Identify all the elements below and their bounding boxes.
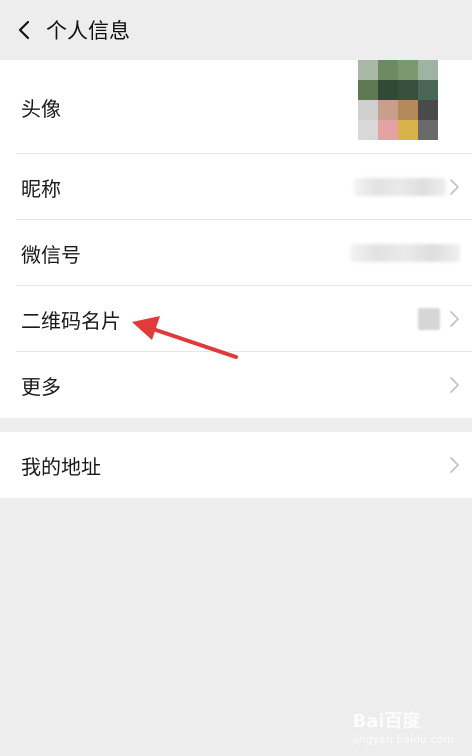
chevron-right-icon <box>450 377 459 393</box>
page-title: 个人信息 <box>46 19 130 43</box>
chevron-right-icon <box>450 179 459 195</box>
watermark: Bai百度 jingyan.baidu.com <box>352 707 454 746</box>
row-more[interactable]: 更多 <box>0 352 472 418</box>
watermark-brand: Bai百度 <box>352 711 421 732</box>
row-nickname[interactable]: 昵称 <box>0 154 472 220</box>
chevron-right-icon <box>450 457 459 473</box>
avatar-pixel <box>398 60 418 80</box>
nickname-value-blurred <box>354 178 446 196</box>
avatar <box>358 60 438 140</box>
watermark-sub: jingyan.baidu.com <box>352 733 454 746</box>
avatar-pixel <box>418 80 438 100</box>
avatar-pixel <box>418 100 438 120</box>
row-qr-card[interactable]: 二维码名片 <box>0 286 472 352</box>
avatar-pixel <box>378 100 398 120</box>
row-label-nickname: 昵称 <box>21 176 61 201</box>
avatar-pixel <box>358 120 378 140</box>
wechat-id-value-blurred <box>350 244 460 262</box>
qr-code-icon <box>418 308 440 330</box>
row-label-qr-card: 二维码名片 <box>21 308 121 333</box>
avatar-pixel <box>378 80 398 100</box>
avatar-pixel <box>418 60 438 80</box>
avatar-pixel <box>398 100 418 120</box>
avatar-pixel <box>418 120 438 140</box>
row-label-avatar: 头像 <box>21 96 61 121</box>
address-group: 我的地址 <box>0 432 472 498</box>
avatar-pixel <box>358 60 378 80</box>
row-label-more: 更多 <box>21 374 61 399</box>
row-wechat-id[interactable]: 微信号 <box>0 220 472 286</box>
row-label-wechat-id: 微信号 <box>21 242 81 267</box>
avatar-pixel <box>378 60 398 80</box>
row-label-address: 我的地址 <box>21 454 101 479</box>
row-avatar[interactable]: 头像 <box>0 60 472 154</box>
avatar-pixel <box>358 80 378 100</box>
avatar-pixel <box>398 80 418 100</box>
avatar-pixel <box>358 100 378 120</box>
avatar-pixel <box>378 120 398 140</box>
profile-group: 头像 昵称 微信号 二维码名片 更多 <box>0 60 472 418</box>
back-arrow-icon[interactable] <box>16 20 32 40</box>
row-address[interactable]: 我的地址 <box>0 432 472 498</box>
avatar-pixel <box>398 120 418 140</box>
nav-bar: 个人信息 <box>0 0 472 60</box>
chevron-right-icon <box>450 311 459 327</box>
